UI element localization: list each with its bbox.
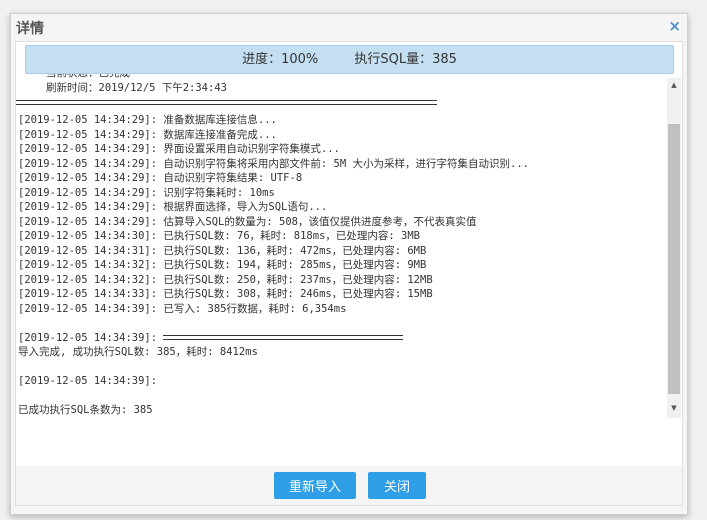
- log-line: [2019-12-05 14:34:29]: 根据界面选择，导入为SQL语句..…: [18, 201, 328, 213]
- log-line: [2019-12-05 14:34:29]: 自动识别字符集将采用内部文件前: …: [18, 157, 529, 170]
- status-state: 当前状态：已完成: [16, 74, 666, 81]
- separator-line: [163, 335, 404, 340]
- close-button[interactable]: 关闭: [368, 472, 426, 499]
- log-line: [2019-12-05 14:34:29]: 界面设置采用自动识别字符集模式..…: [18, 143, 340, 155]
- log-timestamp: [2019-12-05 14:34:39]:: [18, 331, 164, 344]
- log-line: [2019-12-05 14:34:31]: 已执行SQL数: 136，耗时: …: [18, 244, 427, 257]
- log-line: [2019-12-05 14:34:29]: 准备数据库连接信息...: [18, 114, 277, 126]
- scroll-up-icon[interactable]: ▲: [667, 81, 681, 89]
- log-line: [2019-12-05 14:34:32]: 已执行SQL数: 250，耗时: …: [18, 273, 433, 286]
- scroll-down-icon[interactable]: ▼: [667, 404, 681, 412]
- log-line: [2019-12-05 14:34:32]: 已执行SQL数: 194，耗时: …: [18, 259, 427, 271]
- scrollbar[interactable]: ▲ ▼: [667, 78, 681, 418]
- log-line: [2019-12-05 14:34:39]: 已写入: 385行数据，耗时: 6…: [18, 302, 347, 315]
- progress-label: 进度：100%: [242, 52, 319, 67]
- divider: [16, 100, 437, 105]
- log-line: [2019-12-05 14:34:33]: 已执行SQL数: 308，耗时: …: [18, 288, 433, 300]
- log-line: [2019-12-05 14:34:29]: 数据库连接准备完成...: [18, 128, 277, 141]
- log-line: [2019-12-05 14:34:30]: 已执行SQL数: 76，耗时: 8…: [18, 230, 421, 242]
- sql-count-label: 执行SQL量：385: [354, 52, 457, 67]
- dialog-footer: 重新导入 关闭: [15, 466, 683, 506]
- content-panel: 进度：100% 执行SQL量：385 当前状态：已完成 刷新时间：2019/12…: [15, 41, 683, 468]
- progress-bar: 进度：100% 执行SQL量：385: [25, 45, 674, 74]
- log-timestamp: [2019-12-05 14:34:39]:: [18, 375, 158, 387]
- import-complete: 导入完成, 成功执行SQL数: 385，耗时: 8412ms: [18, 346, 258, 358]
- total-executed: 已成功执行SQL条数为: 385: [18, 404, 153, 416]
- log-line: [2019-12-05 14:34:29]: 识别字符集耗时: 10ms: [18, 186, 275, 199]
- details-dialog: 详情 × 进度：100% 执行SQL量：385 当前状态：已完成 刷新时间：20…: [10, 13, 688, 515]
- dialog-title: 详情: [16, 21, 44, 37]
- reimport-button[interactable]: 重新导入: [274, 472, 356, 499]
- close-icon[interactable]: ×: [668, 17, 681, 35]
- refresh-time: 刷新时间：2019/12/5 下午2:34:43: [46, 82, 227, 94]
- scrollbar-thumb[interactable]: [668, 124, 680, 394]
- log-area: 当前状态：已完成 刷新时间：2019/12/5 下午2:34:43 [2019-…: [16, 74, 666, 416]
- log-line: [2019-12-05 14:34:29]: 自动识别字符集结果: UTF-8: [18, 172, 303, 184]
- log-line: [2019-12-05 14:34:29]: 估算导入SQL的数量为: 508，…: [18, 215, 477, 228]
